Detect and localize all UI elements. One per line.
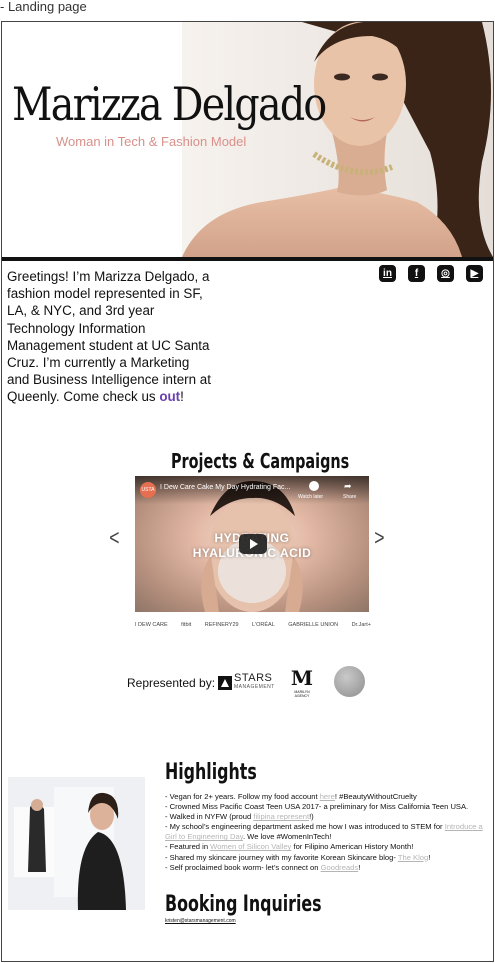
list-item: Featured in Women of Silicon Valley for … [165, 842, 493, 852]
hero-banner: Marizza Delgado Woman in Tech & Fashion … [2, 22, 493, 257]
highlight-text: ! [358, 862, 361, 872]
stars-management-logo[interactable]: STARS MANAGEMENT [218, 673, 275, 692]
highlight-text: Crowned Miss Pacific Coast Teen USA 2017… [169, 802, 469, 812]
goodreads-link[interactable]: Goodreads [321, 863, 359, 872]
linkedin-icon[interactable]: in [379, 265, 396, 282]
marilyn-agency-logo[interactable]: M MARILYN AGENCY [289, 666, 315, 698]
carousel-next-button[interactable]: > [374, 527, 384, 549]
youtube-icon[interactable]: ▶ [466, 265, 483, 282]
highlight-text: Shared my skincare journey with my favor… [169, 852, 398, 862]
highlight-text: for Filipino American History Month! [291, 842, 414, 852]
play-icon[interactable] [239, 534, 267, 554]
nyfw-link[interactable]: filipina represent [253, 812, 309, 821]
food-account-link[interactable]: here [320, 792, 335, 801]
highlights-photo [8, 777, 145, 910]
stars-logo-mark [218, 676, 232, 690]
hero-name: Marizza Delgado [12, 77, 327, 131]
list-item: Shared my skincare journey with my favor… [165, 852, 493, 863]
brand-logo: I DEW CARE [135, 622, 168, 628]
marilyn-mark: M [290, 666, 314, 690]
highlight-text: My school’s engineering department asked… [169, 822, 445, 832]
facebook-icon[interactable]: f [408, 265, 425, 282]
highlight-text: . We love #WomenInTech! [242, 832, 332, 842]
projects-title: Projects & Campaigns [171, 449, 350, 473]
list-item: Crowned Miss Pacific Coast Teen USA 2017… [165, 802, 493, 812]
brand-logos: I DEW CARE fitbit REFINERY29 L'ORÉAL GAB… [135, 622, 371, 628]
list-item: Self proclaimed book worm- let’s connect… [165, 862, 493, 873]
queenly-link[interactable]: out [159, 389, 180, 404]
highlight-text: ! #BeautyWithoutCruelty [334, 792, 417, 801]
list-item: Vegan for 2+ years. Follow my food accou… [165, 792, 493, 802]
highlights-list: Vegan for 2+ years. Follow my food accou… [165, 792, 493, 873]
booking-title: Booking Inquiries [165, 892, 322, 917]
list-item: Walked in NYFW (proud filipina represent… [165, 812, 493, 822]
brand-logo: GABRIELLE UNION [288, 622, 339, 628]
intro-body: Greetings! I’m Marizza Delgado, a fashio… [7, 269, 211, 405]
video-title[interactable]: I Dew Care Cake My Day Hydrating Fac... [160, 484, 290, 491]
stars-subname: MANAGEMENT [234, 684, 275, 690]
highlight-text: Walked in NYFW (proud [169, 812, 254, 822]
stars-logo-text: STARS MANAGEMENT [234, 673, 275, 692]
highlight-text: Vegan for 2+ years. Follow my food accou… [169, 792, 320, 801]
booking-email-link[interactable]: kristen@starsmanagement.com [165, 918, 236, 924]
brand-logo: fitbit [181, 622, 192, 628]
highlight-text: Featured in [169, 842, 211, 852]
marilyn-name: MARILYN AGENCY [294, 690, 310, 698]
instagram-icon[interactable]: ◎ [437, 265, 454, 282]
brand-logo: REFINERY29 [204, 622, 239, 628]
intro-end: ! [180, 389, 184, 405]
hero-divider [2, 257, 493, 261]
list-item: My school’s engineering department asked… [165, 822, 493, 842]
watch-later-label[interactable]: Watch later [298, 494, 323, 500]
channel-avatar[interactable]: USTA [140, 482, 156, 498]
clock-icon[interactable] [309, 481, 319, 491]
women-of-silicon-valley-link[interactable]: Women of Silicon Valley [210, 842, 291, 851]
hero-subtitle: Woman in Tech & Fashion Model [56, 134, 247, 149]
agency-badge-logo[interactable] [334, 666, 365, 697]
brand-logo: L'ORÉAL [252, 622, 275, 628]
landing-page: Marizza Delgado Woman in Tech & Fashion … [1, 21, 494, 962]
social-links: in f ◎ ▶ [379, 265, 483, 282]
highlights-title: Highlights [165, 760, 257, 785]
carousel-prev-button[interactable]: < [109, 527, 119, 549]
frame-label: - Landing page [0, 0, 87, 14]
highlight-text: Self proclaimed book worm- let’s connect… [169, 862, 321, 872]
the-klog-link[interactable]: The Klog [398, 853, 428, 862]
highlight-text: ! [428, 852, 431, 862]
brand-logo: Dr.Jart+ [351, 622, 371, 628]
share-icon[interactable]: ➦ [344, 481, 352, 492]
video-player[interactable]: USTA I Dew Care Cake My Day Hydrating Fa… [135, 476, 369, 612]
intro-text: Greetings! I’m Marizza Delgado, a fashio… [7, 268, 212, 406]
share-label[interactable]: Share [343, 494, 356, 500]
represented-label: Represented by: [127, 676, 216, 690]
highlight-text: !) [309, 812, 314, 822]
